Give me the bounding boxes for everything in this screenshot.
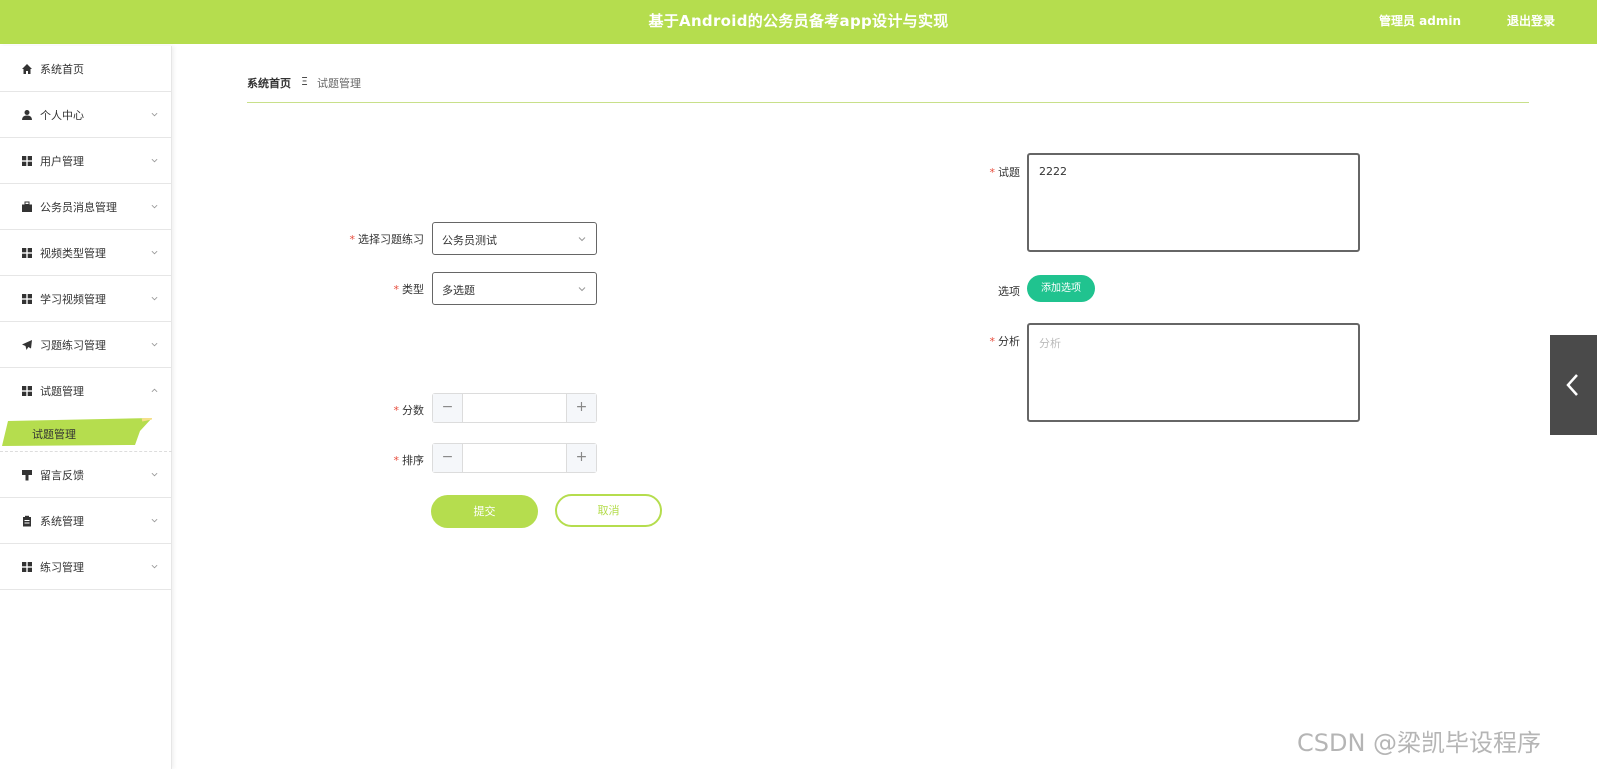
sidebar-item-civil-servant-news[interactable]: 公务员消息管理 (0, 184, 172, 230)
score-label-text: 分数 (402, 404, 424, 417)
chevron-down-icon (578, 287, 586, 292)
sort-label-text: 排序 (402, 454, 424, 467)
app-title: 基于Android的公务员备考app设计与实现 (648, 12, 949, 30)
practice-select-value: 公务员测试 (442, 234, 497, 247)
admin-user-label: 管理员 admin (1379, 14, 1462, 28)
sidebar: 系统首页 个人中心 用户管理 公务员消息管理 视频类型管理 学习视频管理 习题练… (0, 46, 172, 769)
type-select[interactable]: 多选题 (432, 272, 597, 305)
practice-label: * 选择习题练习 (330, 231, 425, 247)
cancel-button[interactable]: 取消 (555, 494, 662, 527)
submenu-question-management[interactable]: 试题管理 (0, 412, 172, 452)
options-label: 选项 (998, 285, 1020, 298)
sidebar-item-exercise-practice[interactable]: 习题练习管理 (0, 322, 172, 368)
chevron-down-icon (151, 158, 158, 163)
score-label: * 分数 (330, 402, 425, 418)
briefcase-icon (22, 201, 32, 212)
score-stepper: − + (432, 393, 597, 423)
type-label: * 类型 (330, 281, 425, 297)
sidebar-item-practice-management[interactable]: 练习管理 (0, 544, 172, 590)
breadcrumb: 系统首页 Ξ 试题管理 (247, 75, 1529, 103)
sidebar-item-label: 用户管理 (40, 155, 84, 168)
sidebar-item-feedback[interactable]: 留言反馈 (0, 452, 172, 498)
home-icon (22, 64, 32, 74)
sidebar-item-label: 公务员消息管理 (40, 201, 117, 214)
sidebar-item-label: 试题管理 (40, 385, 84, 398)
grid-icon (22, 294, 32, 304)
sidebar-item-label: 学习视频管理 (40, 293, 106, 306)
score-input[interactable] (464, 394, 565, 422)
breadcrumb-home[interactable]: 系统首页 (247, 75, 291, 91)
type-label-text: 类型 (402, 283, 424, 296)
breadcrumb-separator: Ξ (301, 75, 308, 88)
chevron-down-icon (151, 518, 158, 523)
sidebar-item-label: 练习管理 (40, 561, 84, 574)
paper-plane-icon (22, 340, 32, 350)
logout-link[interactable]: 退出登录 (1507, 12, 1555, 29)
required-mark: * (989, 166, 996, 179)
chevron-down-icon (151, 472, 158, 477)
chevron-down-icon (151, 342, 158, 347)
add-option-button[interactable]: 添加选项 (1027, 275, 1095, 302)
grid-icon (22, 386, 32, 396)
question-textarea[interactable]: 2222 (1027, 153, 1360, 252)
sidebar-item-label: 系统管理 (40, 515, 84, 528)
sort-label: * 排序 (330, 452, 425, 468)
analysis-label: * 分析 (950, 333, 1021, 349)
person-icon (22, 110, 32, 120)
watermark: CSDN @梁凯毕设程序 (1297, 729, 1542, 757)
sidebar-item-label: 个人中心 (40, 109, 84, 122)
sort-increment-button[interactable]: + (566, 444, 596, 472)
chevron-down-icon (151, 204, 158, 209)
grid-icon (22, 562, 32, 572)
top-header: 基于Android的公务员备考app设计与实现 管理员 admin 退出登录 (0, 0, 1597, 44)
sidebar-item-question-management[interactable]: 试题管理 (0, 368, 172, 414)
sort-stepper: − + (432, 443, 597, 473)
chevron-down-icon (151, 112, 158, 117)
practice-select[interactable]: 公务员测试 (432, 222, 597, 255)
practice-label-text: 选择习题练习 (358, 233, 424, 246)
active-highlight (2, 418, 152, 446)
sidebar-item-study-videos[interactable]: 学习视频管理 (0, 276, 172, 322)
sidebar-item-personal-center[interactable]: 个人中心 (0, 92, 172, 138)
sidebar-item-system-management[interactable]: 系统管理 (0, 498, 172, 544)
required-mark: * (393, 283, 400, 296)
sidebar-item-label: 习题练习管理 (40, 339, 106, 352)
analysis-textarea[interactable] (1027, 323, 1360, 422)
chevron-up-icon (151, 388, 158, 393)
chevron-down-icon (151, 250, 158, 255)
submit-button[interactable]: 提交 (431, 495, 538, 528)
required-mark: * (349, 233, 356, 246)
sidebar-item-video-types[interactable]: 视频类型管理 (0, 230, 172, 276)
grid-icon (22, 248, 32, 258)
chevron-down-icon (151, 564, 158, 569)
score-decrement-button[interactable]: − (433, 394, 463, 422)
breadcrumb-current: 试题管理 (317, 77, 361, 90)
sort-input[interactable] (464, 444, 565, 472)
chevron-down-icon (151, 296, 158, 301)
submenu-item-label: 试题管理 (32, 428, 76, 441)
required-mark: * (393, 404, 400, 417)
brush-icon (22, 470, 32, 481)
score-increment-button[interactable]: + (566, 394, 596, 422)
required-mark: * (989, 335, 996, 348)
sidebar-item-users[interactable]: 用户管理 (0, 138, 172, 184)
question-label: * 试题 (950, 164, 1021, 180)
sidebar-item-home[interactable]: 系统首页 (0, 46, 172, 92)
side-panel-toggle[interactable] (1550, 335, 1597, 435)
clipboard-icon (23, 515, 31, 527)
analysis-label-text: 分析 (998, 335, 1020, 348)
grid-icon (22, 156, 32, 166)
chevron-left-icon (1566, 374, 1578, 396)
chevron-down-icon (578, 237, 586, 242)
type-select-value: 多选题 (442, 284, 475, 297)
sidebar-item-label: 留言反馈 (40, 469, 84, 482)
required-mark: * (393, 454, 400, 467)
sidebar-item-label: 视频类型管理 (40, 247, 106, 260)
question-label-text: 试题 (998, 166, 1020, 179)
sidebar-item-label: 系统首页 (40, 63, 84, 76)
sort-decrement-button[interactable]: − (433, 444, 463, 472)
